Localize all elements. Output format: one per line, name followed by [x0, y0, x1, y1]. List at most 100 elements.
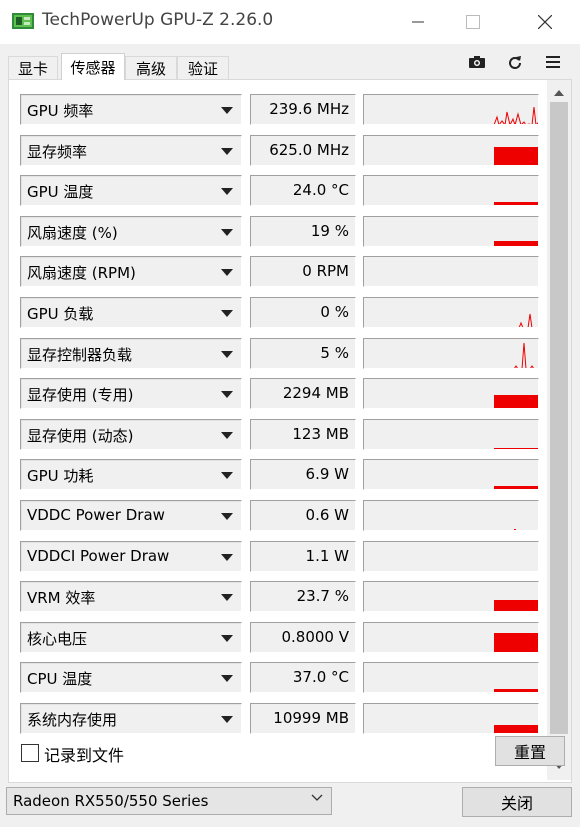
sensor-name-dropdown[interactable]: 核心电压	[20, 621, 242, 653]
sensor-value: 23.7 %	[296, 587, 349, 606]
sensor-value: 239.6 MHz	[269, 100, 349, 118]
tab-graphics-card[interactable]: 显卡	[8, 56, 58, 79]
dropdown-arrow-icon	[221, 472, 233, 480]
maximize-icon	[466, 15, 480, 29]
sensor-name-dropdown[interactable]: VDDC Power Draw	[20, 500, 242, 531]
sensor-value: 6.9 W	[305, 465, 349, 484]
sensor-value: 24.0 °C	[292, 181, 349, 200]
sensor-value-box: 5 %	[250, 337, 356, 369]
sensor-name-dropdown[interactable]: 风扇速度 (RPM)	[20, 256, 242, 288]
dropdown-arrow-icon	[221, 594, 233, 602]
sensor-value: 19 %	[310, 221, 349, 240]
sensor-name-dropdown[interactable]: GPU 温度	[20, 175, 242, 207]
sensor-graph	[363, 703, 539, 734]
sensor-name-dropdown[interactable]: GPU 负载	[20, 297, 242, 328]
sensor-value-box: 0.8000 V	[250, 621, 356, 653]
sensor-name-dropdown[interactable]: GPU 功耗	[20, 459, 242, 491]
sensor-name-dropdown[interactable]: CPU 温度	[20, 662, 242, 694]
dropdown-arrow-icon	[221, 675, 233, 683]
title-bar: TechPowerUp GPU-Z 2.26.0	[0, 0, 580, 44]
sensor-name: GPU 频率	[27, 102, 94, 120]
gpu-select[interactable]: Radeon RX550/550 Series	[6, 787, 332, 815]
close-button[interactable]: 关闭	[462, 787, 572, 817]
sensor-row: 核心电压 0.8000 V	[20, 621, 539, 655]
sensor-name-dropdown[interactable]: GPU 频率	[20, 94, 242, 125]
sensor-name: 系统内存使用	[27, 711, 118, 729]
camera-icon[interactable]	[467, 54, 487, 70]
sensor-graph	[363, 215, 539, 247]
sensor-graph	[363, 297, 539, 328]
sensor-row: 系统内存使用 10999 MB	[20, 703, 539, 736]
refresh-icon[interactable]	[505, 54, 525, 70]
sensor-name: VDDCI Power Draw	[27, 546, 170, 565]
sensor-value: 1.1 W	[305, 546, 349, 565]
main-window: 显卡 传感器 高级 验证 GPU 频率 239.6 MHz 显存频率 625.0 MH…	[0, 44, 580, 827]
sensor-name-dropdown[interactable]: VRM 效率	[20, 581, 242, 613]
dropdown-arrow-icon	[221, 634, 233, 642]
sensor-row: VRM 效率 23.7 %	[20, 581, 539, 614]
reset-button[interactable]: 重置	[495, 736, 565, 766]
sensor-name: GPU 温度	[27, 183, 94, 202]
scroll-up-icon[interactable]	[554, 90, 564, 96]
sensor-name: VDDC Power Draw	[27, 506, 165, 524]
sensor-row: 显存使用 (动态) 123 MB	[20, 418, 539, 452]
maximize-button[interactable]	[450, 0, 496, 44]
sensor-graph	[363, 459, 539, 491]
sensor-graph	[363, 94, 539, 125]
sensor-name-dropdown[interactable]: 显存使用 (专用)	[20, 378, 242, 410]
sensor-name-dropdown[interactable]: 系统内存使用	[20, 703, 242, 734]
sensor-graph-plot	[494, 202, 538, 206]
sensor-value: 625.0 MHz	[269, 140, 349, 159]
tab-sensors[interactable]: 传感器	[61, 53, 125, 80]
scroll-thumb[interactable]	[550, 102, 568, 734]
sensor-name: GPU 负载	[27, 305, 94, 323]
sensor-graph	[363, 500, 539, 531]
sensor-name-dropdown[interactable]: 显存使用 (动态)	[20, 418, 242, 450]
dropdown-arrow-icon	[221, 350, 233, 358]
sensor-row: GPU 温度 24.0 °C	[20, 175, 539, 208]
sensor-value: 5 %	[320, 343, 349, 362]
minimize-icon	[412, 21, 424, 23]
sensor-value-box: 1.1 W	[250, 540, 356, 572]
sensor-value-box: 6.9 W	[250, 459, 356, 491]
dropdown-arrow-icon	[221, 147, 233, 155]
tab-advanced[interactable]: 高级	[125, 56, 177, 79]
sensor-graph-plot	[494, 486, 538, 490]
sensor-name: 风扇速度 (RPM)	[27, 264, 136, 283]
vertical-scrollbar[interactable]	[547, 80, 571, 780]
sensor-value-box: 0 RPM	[250, 256, 356, 288]
log-to-file-label: 记录到文件	[44, 746, 125, 765]
sensor-row: GPU 负载 0 %	[20, 297, 539, 330]
sensor-name: GPU 功耗	[27, 467, 94, 486]
sensor-row: CPU 温度 37.0 °C	[20, 662, 539, 695]
sensor-graph	[363, 581, 539, 613]
sensor-value-box: 37.0 °C	[250, 662, 356, 694]
sensor-name-dropdown[interactable]: VDDCI Power Draw	[20, 540, 242, 572]
sensor-name: VRM 效率	[27, 589, 96, 608]
sensor-graph-plot	[518, 313, 533, 327]
sensor-graph-plot	[364, 542, 539, 572]
sensor-name-dropdown[interactable]: 显存控制器负载	[20, 337, 242, 369]
sensor-name-dropdown[interactable]: 显存频率	[20, 134, 242, 166]
sensor-value: 37.0 °C	[292, 668, 349, 687]
sensor-graph-plot	[494, 395, 538, 409]
sensor-value-box: 0.6 W	[250, 500, 356, 531]
chevron-down-icon	[311, 794, 323, 801]
close-window-button[interactable]	[522, 0, 568, 44]
sensor-graph	[363, 378, 539, 410]
sensor-name-dropdown[interactable]: 风扇速度 (%)	[20, 215, 242, 247]
close-icon	[538, 15, 552, 29]
sensor-value-box: 19 %	[250, 215, 356, 247]
sensor-graph-plot	[494, 447, 538, 449]
log-to-file-checkbox[interactable]	[21, 744, 39, 762]
sensor-graph-plot	[494, 725, 538, 733]
tab-validation[interactable]: 验证	[177, 56, 229, 79]
sensor-row: GPU 频率 239.6 MHz	[20, 94, 539, 127]
sensor-name: 风扇速度 (%)	[27, 223, 118, 242]
sensor-graph-plot	[494, 632, 538, 652]
minimize-button[interactable]	[395, 0, 441, 44]
sensor-value: 0.6 W	[305, 506, 349, 524]
dropdown-arrow-icon	[221, 269, 233, 277]
menu-icon[interactable]	[543, 54, 563, 70]
dropdown-arrow-icon	[221, 716, 233, 723]
